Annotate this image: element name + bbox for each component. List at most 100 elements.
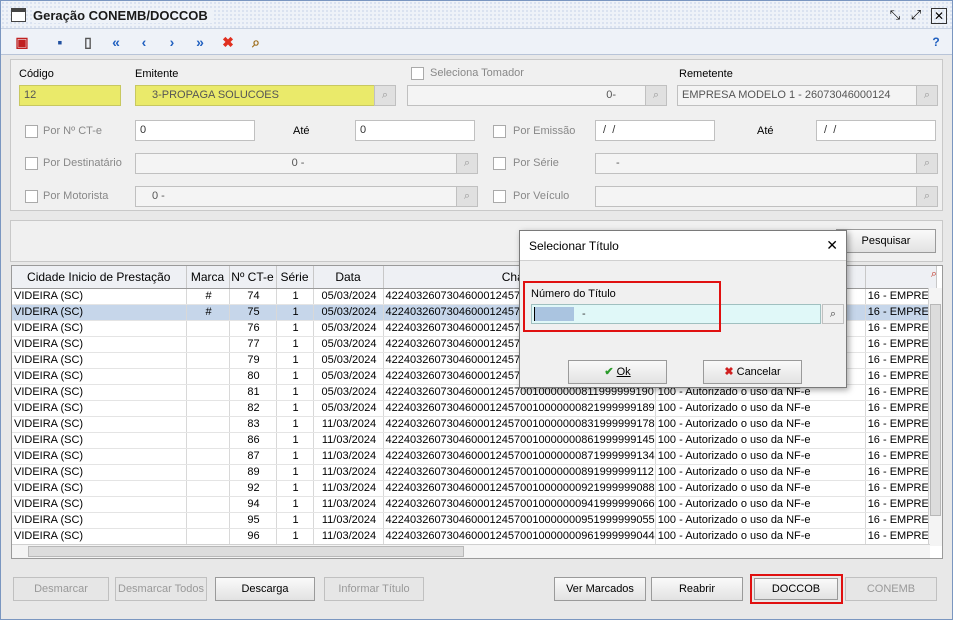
table-cell: 1 (276, 448, 314, 465)
next-record-icon[interactable]: › (161, 31, 183, 53)
table-cell: 05/03/2024 (313, 336, 384, 353)
pesquisar-button[interactable]: Pesquisar (836, 229, 936, 253)
table-cell: # (186, 304, 230, 321)
new-record-icon[interactable]: ▣ (11, 31, 33, 53)
emissao-to-field[interactable]: / / (816, 120, 936, 141)
por-destinatario-checkbox[interactable] (25, 157, 38, 170)
reabrir-button[interactable]: Reabrir (651, 577, 743, 601)
motorista-lookup-icon[interactable]: ⌕ (456, 186, 478, 207)
table-cell: VIDEIRA (SC) (12, 528, 187, 545)
horizontal-scroll-thumb[interactable] (28, 546, 464, 557)
table-cell: 1 (276, 352, 314, 369)
table-cell: 100 - Autorizado o uso da NF-e (655, 448, 866, 465)
motorista-field[interactable]: 0 - (135, 186, 457, 207)
table-cell: VIDEIRA (SC) (12, 448, 187, 465)
table-cell: # (186, 288, 230, 305)
remetente-field[interactable]: EMPRESA MODELO 1 - 26073046000124 (677, 85, 917, 106)
col-serie[interactable]: Série (276, 266, 314, 289)
table-cell: 89 (229, 464, 277, 481)
veiculo-field[interactable] (595, 186, 917, 207)
table-cell: 11/03/2024 (313, 512, 384, 529)
remetente-lookup-icon[interactable]: ⌕ (916, 85, 938, 106)
por-serie-checkbox[interactable] (493, 157, 506, 170)
toolbar: ▣ ▪ ▯ « ‹ › » ✖ ⌕ ? (1, 29, 952, 55)
table-cell (186, 368, 230, 385)
table-cell: 74 (229, 288, 277, 305)
por-motorista-checkbox[interactable] (25, 190, 38, 203)
table-cell: 16 - EMPRES (865, 336, 938, 353)
table-cell: 11/03/2024 (313, 464, 384, 481)
serie-field[interactable]: - (595, 153, 917, 174)
table-cell: 16 - EMPRES (865, 432, 938, 449)
last-record-icon[interactable]: » (189, 31, 211, 53)
serie-lookup-icon[interactable]: ⌕ (916, 153, 938, 174)
emitente-lookup-icon[interactable]: ⌕ (374, 85, 396, 106)
window-title: Geração CONEMB/DOCCOB (33, 8, 214, 23)
col-cidade[interactable]: Cidade Inicio de Prestação (12, 266, 187, 289)
codigo-field[interactable]: 12 (19, 85, 121, 106)
tomador-field[interactable]: 0- (407, 85, 647, 106)
table-cell: 05/03/2024 (313, 320, 384, 337)
title-bar: Geração CONEMB/DOCCOB ⤡ ⤢ ✕ (1, 1, 952, 29)
destinatario-lookup-icon[interactable]: ⌕ (456, 153, 478, 174)
table-row[interactable]: VIDEIRA (SC) 87 1 11/03/2024 422403260730460… (12, 448, 938, 465)
nct-to-field[interactable]: 0 (355, 120, 475, 141)
table-cell: VIDEIRA (SC) (12, 480, 187, 497)
grid-search-icon[interactable]: ⌕ (927, 268, 941, 284)
seleciona-tomador-label: Seleciona Tomador (430, 67, 524, 79)
restore-icon[interactable]: ⤡ (887, 8, 903, 24)
informar-titulo-button[interactable]: Informar Título (324, 577, 424, 601)
save-icon[interactable]: ▪ (49, 31, 71, 53)
table-row[interactable]: VIDEIRA (SC) 83 1 11/03/2024 422403260730460… (12, 416, 938, 433)
table-cell: 4224032607304600012457001000000089199999… (383, 464, 656, 481)
search-icon[interactable]: ⌕ (245, 31, 267, 53)
vertical-scrollbar[interactable] (928, 288, 942, 546)
table-row[interactable]: VIDEIRA (SC) 82 1 05/03/2024 422403260730460… (12, 400, 938, 417)
first-record-icon[interactable]: « (105, 31, 127, 53)
document-icon[interactable]: ▯ (77, 31, 99, 53)
tomador-lookup-icon[interactable]: ⌕ (645, 85, 667, 106)
descarga-button[interactable]: Descarga (215, 577, 315, 601)
emitente-field[interactable]: 3-PROPAGA SOLUCOES (135, 85, 375, 106)
dialog-close-icon[interactable]: ✕ (826, 237, 838, 254)
por-veiculo-checkbox[interactable] (493, 190, 506, 203)
delete-icon[interactable]: ✖ (217, 31, 239, 53)
table-cell: 1 (276, 496, 314, 513)
table-row[interactable]: VIDEIRA (SC) 94 1 11/03/2024 422403260730460… (12, 496, 938, 513)
vertical-scroll-thumb[interactable] (930, 304, 941, 516)
maximize-icon[interactable]: ⤢ (908, 8, 924, 24)
table-row[interactable]: VIDEIRA (SC) 92 1 11/03/2024 422403260730460… (12, 480, 938, 497)
ver-marcados-button[interactable]: Ver Marcados (554, 577, 646, 601)
table-cell (186, 448, 230, 465)
table-row[interactable]: VIDEIRA (SC) 86 1 11/03/2024 422403260730460… (12, 432, 938, 449)
destinatario-field[interactable]: 0 - (135, 153, 457, 174)
veiculo-lookup-icon[interactable]: ⌕ (916, 186, 938, 207)
desmarcar-todos-button[interactable]: Desmarcar Todos (115, 577, 207, 601)
table-cell: VIDEIRA (SC) (12, 320, 187, 337)
nct-from-field[interactable]: 0 (135, 120, 255, 141)
desmarcar-button[interactable]: Desmarcar (13, 577, 109, 601)
col-data[interactable]: Data (313, 266, 384, 289)
table-cell: 4224032607304600012457001000000095199999… (383, 512, 656, 529)
seleciona-tomador-checkbox[interactable] (411, 67, 424, 80)
table-cell: 16 - EMPRES (865, 400, 938, 417)
col-nct[interactable]: Nº CT-e (229, 266, 277, 289)
col-emitente[interactable] (865, 266, 938, 289)
ok-button[interactable]: ✔ Ok (568, 360, 667, 384)
help-icon[interactable]: ? (925, 31, 947, 53)
horizontal-scrollbar[interactable] (12, 544, 930, 558)
cancel-button[interactable]: ✖ Cancelar (703, 360, 802, 384)
table-cell: 87 (229, 448, 277, 465)
table-row[interactable]: VIDEIRA (SC) 89 1 11/03/2024 422403260730460… (12, 464, 938, 481)
por-emissao-checkbox[interactable] (493, 125, 506, 138)
col-marca[interactable]: Marca (186, 266, 230, 289)
table-row[interactable]: VIDEIRA (SC) 96 1 11/03/2024 422403260730460… (12, 528, 938, 545)
emissao-from-field[interactable]: / / (595, 120, 715, 141)
previous-record-icon[interactable]: ‹ (133, 31, 155, 53)
conemb-button[interactable]: CONEMB (845, 577, 937, 601)
por-nct-checkbox[interactable] (25, 125, 38, 138)
close-icon[interactable]: ✕ (931, 8, 947, 24)
filter-panel: Código 12 Emitente 3-PROPAGA SOLUCOES ⌕ … (10, 59, 943, 211)
numero-titulo-lookup-icon[interactable]: ⌕ (822, 304, 844, 324)
table-row[interactable]: VIDEIRA (SC) 95 1 11/03/2024 422403260730460… (12, 512, 938, 529)
